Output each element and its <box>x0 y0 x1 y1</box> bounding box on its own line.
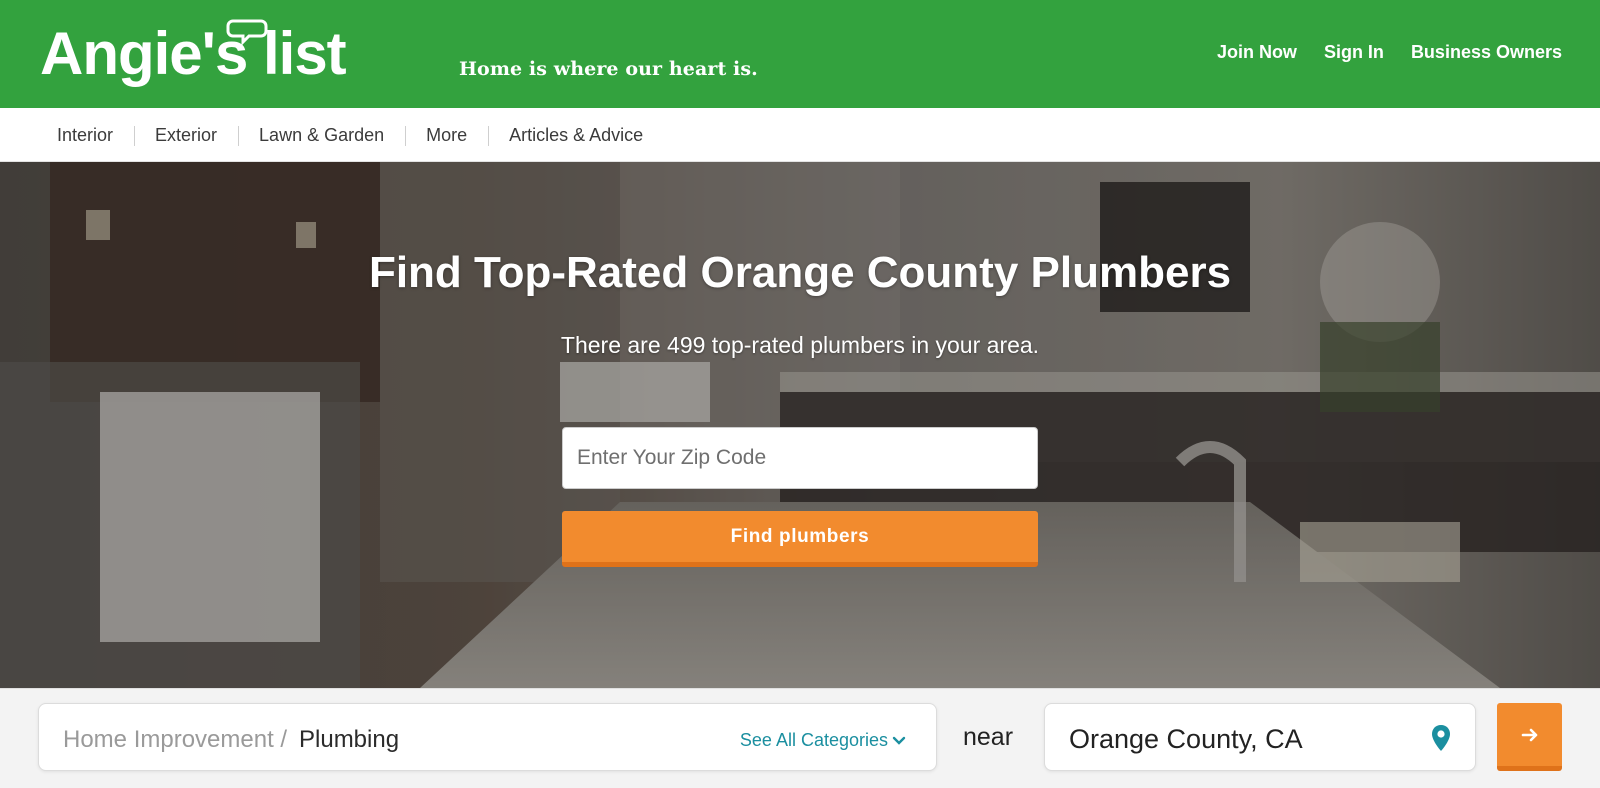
arrow-right-icon <box>1521 728 1537 741</box>
nav-item-interior[interactable]: Interior <box>36 125 134 146</box>
site-header: Angie's list Home is where our heart is.… <box>0 0 1600 108</box>
see-all-categories-label: See All Categories <box>739 730 888 750</box>
find-plumbers-button[interactable]: Find plumbers <box>562 511 1038 567</box>
business-owners-link[interactable]: Business Owners <box>1411 42 1562 63</box>
service-search-bar: Home Improvement / Plumbing See All Cate… <box>0 688 1600 788</box>
zip-code-input[interactable] <box>562 427 1038 489</box>
hero-subtitle: There are 499 top-rated plumbers in your… <box>560 332 1040 358</box>
nav-item-exterior[interactable]: Exterior <box>134 125 238 146</box>
hero-section: Find Top-Rated Orange County Plumbers Th… <box>0 162 1600 688</box>
location-value: Orange County, CA <box>1069 724 1303 754</box>
category-nav: Interior Exterior Lawn & Garden More Art… <box>0 108 1600 162</box>
chevron-down-icon <box>892 736 906 745</box>
nav-item-more[interactable]: More <box>405 125 488 146</box>
see-all-categories-link[interactable]: See All Categories <box>740 730 906 751</box>
hero-title: Find Top-Rated Orange County Plumbers <box>368 248 1232 297</box>
category-breadcrumb-current: Plumbing <box>299 726 400 753</box>
hero-overlay <box>0 162 1600 688</box>
sign-in-link[interactable]: Sign In <box>1324 42 1384 63</box>
tagline: Home is where our heart is. <box>459 58 758 80</box>
account-links: Join Now Sign In Business Owners <box>1217 42 1562 63</box>
nav-item-lawn-garden[interactable]: Lawn & Garden <box>238 125 405 146</box>
map-pin-icon[interactable] <box>1431 724 1451 752</box>
logo-text: Angie's list <box>40 20 347 87</box>
nav-item-articles-advice[interactable]: Articles & Advice <box>488 125 664 146</box>
search-submit-button[interactable] <box>1497 703 1562 771</box>
angies-list-logo[interactable]: Angie's list <box>40 16 430 94</box>
near-label: near <box>963 723 1014 751</box>
category-breadcrumb-parent: Home Improvement / <box>63 726 288 753</box>
category-selector[interactable]: Home Improvement / Plumbing See All Cate… <box>38 703 937 771</box>
location-field[interactable]: Orange County, CA <box>1044 703 1476 771</box>
join-now-link[interactable]: Join Now <box>1217 42 1297 63</box>
